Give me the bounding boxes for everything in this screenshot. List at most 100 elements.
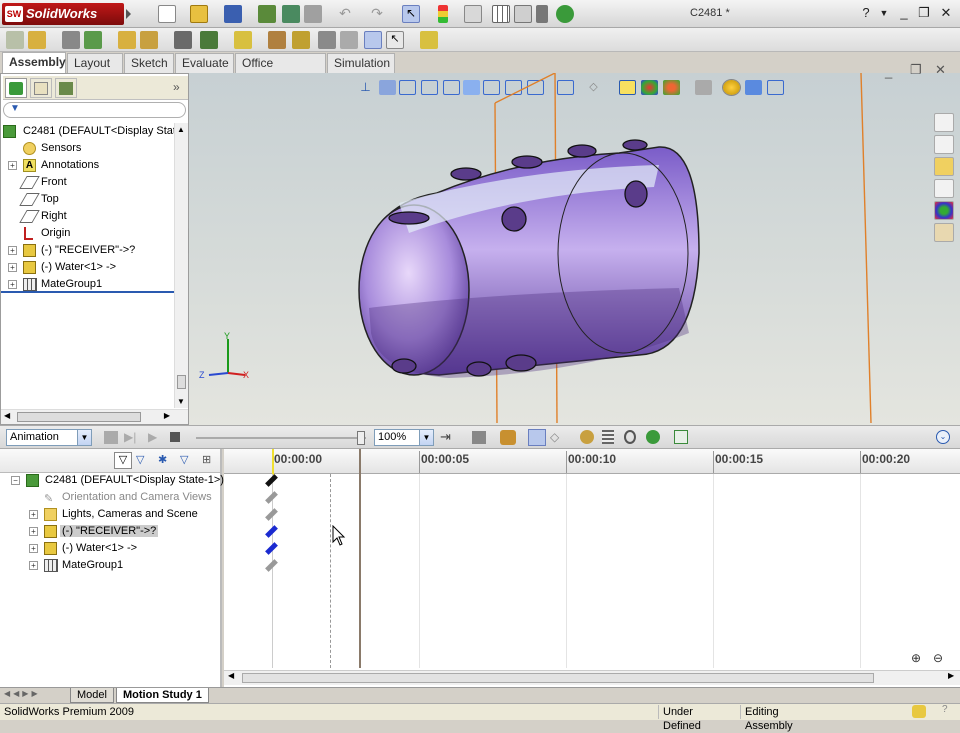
instant3d-icon[interactable]: [420, 31, 438, 49]
grid-icon[interactable]: [492, 5, 510, 23]
restore-icon[interactable]: ❐: [916, 5, 932, 21]
scroll-right-icon[interactable]: ▶: [948, 671, 954, 680]
interference-detection-icon[interactable]: [364, 31, 382, 49]
quick-tips-icon[interactable]: [912, 705, 926, 718]
time-bar[interactable]: [359, 449, 361, 668]
timeline-area[interactable]: 00:00:00 00:00:05 00:00:10 00:00:15 00:0…: [224, 449, 960, 687]
tab-simulation[interactable]: Simulation: [327, 53, 395, 73]
tree-item-right[interactable]: Right: [1, 208, 67, 225]
bill-of-materials-icon[interactable]: [292, 31, 310, 49]
print-preview-icon[interactable]: [304, 5, 322, 23]
motion-tree-item-lights[interactable]: + Lights, Cameras and Scene: [0, 506, 198, 523]
tab-model[interactable]: Model: [70, 688, 114, 703]
tree-item-front[interactable]: Front: [1, 174, 67, 191]
playback-mode-icon[interactable]: ⇥: [440, 429, 451, 445]
solidworks-logo[interactable]: SW SolidWorks: [2, 3, 124, 25]
scroll-left-icon[interactable]: ◀: [228, 671, 234, 680]
hscroll-thumb[interactable]: [17, 412, 141, 422]
tab-assembly[interactable]: Assembly: [2, 52, 66, 73]
expand-icon[interactable]: +: [29, 561, 38, 570]
view-palette-icon[interactable]: [934, 179, 954, 198]
tree-item-origin[interactable]: Origin: [1, 225, 70, 242]
study-type-select[interactable]: Animation ▼: [6, 429, 92, 446]
tab-evaluate[interactable]: Evaluate: [175, 53, 234, 73]
linear-pattern-icon[interactable]: [84, 31, 102, 49]
timeline-horizontal-scrollbar[interactable]: ◀ ▶: [224, 670, 960, 685]
animation-wizard-icon[interactable]: [500, 430, 516, 445]
tab-sketch[interactable]: Sketch: [124, 53, 174, 73]
tree-root[interactable]: C2481 (DEFAULT<Display State-: [3, 123, 186, 140]
play-icon[interactable]: ▶: [148, 430, 157, 444]
expand-icon[interactable]: +: [8, 246, 17, 255]
play-from-start-icon[interactable]: ▶|: [124, 430, 136, 444]
timeline-scroll-thumb[interactable]: [242, 673, 874, 683]
new-motion-study-icon[interactable]: [268, 31, 286, 49]
resources-home-icon[interactable]: [934, 113, 954, 132]
tab-office-products[interactable]: Office Products: [235, 53, 326, 89]
collapse-motion-manager-icon[interactable]: ⌄: [936, 430, 950, 444]
mate-icon[interactable]: [62, 31, 80, 49]
file-explorer-icon[interactable]: [934, 157, 954, 176]
expand-icon[interactable]: +: [29, 544, 38, 553]
help-status-icon[interactable]: ?: [942, 704, 948, 715]
select-icon[interactable]: ↖: [402, 5, 420, 23]
zoom-out-icon[interactable]: ⊖: [933, 651, 951, 667]
tree-vertical-scrollbar[interactable]: ▲ ▼: [174, 123, 188, 408]
playback-speed-track[interactable]: [196, 437, 366, 439]
scroll-down-icon[interactable]: ▼: [177, 397, 185, 406]
tab-layout[interactable]: Layout: [67, 53, 123, 73]
help-icon[interactable]: ?: [858, 5, 874, 21]
settings-icon[interactable]: [556, 5, 574, 23]
custom-properties-icon[interactable]: [934, 223, 954, 242]
motor-icon[interactable]: [580, 430, 594, 444]
tree-item-annotations[interactable]: + A Annotations: [1, 157, 99, 174]
explode-line-sketch-icon[interactable]: [340, 31, 358, 49]
autokey-icon[interactable]: [528, 429, 546, 446]
playback-speed-thumb[interactable]: [357, 431, 365, 445]
rebuild-icon[interactable]: [438, 5, 448, 23]
new-icon[interactable]: [158, 5, 176, 23]
motion-tree-item-orientation[interactable]: ✎ Orientation and Camera Views: [0, 489, 212, 506]
tree-filter[interactable]: ▼: [3, 102, 186, 118]
feature-tree-tab-icon[interactable]: [5, 78, 27, 98]
rebuild-options-icon[interactable]: [282, 5, 300, 23]
motion-tree-item-water[interactable]: + (-) Water<1> ->: [0, 540, 137, 557]
panel-collapse-icon[interactable]: »: [173, 80, 180, 94]
menu-arrow-icon[interactable]: [126, 9, 131, 19]
tab-motion-study-1[interactable]: Motion Study 1: [116, 688, 209, 703]
assembly-features-icon[interactable]: [200, 31, 218, 49]
autofit-icon[interactable]: ⊞: [202, 453, 218, 468]
insert-components-icon[interactable]: [6, 31, 24, 49]
motion-tree-root[interactable]: − C2481 (DEFAULT<Display State-1>): [0, 472, 224, 489]
move-component-icon[interactable]: [140, 31, 158, 49]
scroll-right-icon[interactable]: ▶: [164, 411, 170, 420]
undo-icon[interactable]: ↶: [336, 5, 354, 23]
stop-icon[interactable]: [170, 432, 180, 442]
save-icon[interactable]: [224, 5, 242, 23]
exploded-view-icon[interactable]: [318, 31, 336, 49]
open-icon[interactable]: [190, 5, 208, 23]
print-icon[interactable]: [258, 5, 276, 23]
filter-selected-icon[interactable]: ✱: [158, 453, 174, 468]
time-bar-marker[interactable]: [272, 449, 274, 475]
minimize-icon[interactable]: _: [896, 5, 912, 21]
tree-item-mategroup[interactable]: + MateGroup1: [1, 276, 174, 293]
expand-icon[interactable]: +: [8, 280, 17, 289]
motion-tree-item-receiver[interactable]: + (-) "RECEIVER"->?: [0, 523, 159, 540]
time-ruler[interactable]: 00:00:00 00:00:05 00:00:10 00:00:15 00:0…: [224, 449, 960, 474]
tree-item-receiver[interactable]: + (-) "RECEIVER"->?: [1, 242, 135, 259]
select-component-icon[interactable]: ↖: [386, 31, 404, 49]
calculate-icon[interactable]: [104, 431, 118, 444]
gravity-icon[interactable]: [646, 430, 660, 444]
add-key-icon[interactable]: ◇: [550, 430, 564, 444]
tree-item-top[interactable]: Top: [1, 191, 59, 208]
expand-icon[interactable]: +: [8, 161, 17, 170]
scroll-up-icon[interactable]: ▲: [177, 125, 185, 134]
expand-icon[interactable]: +: [29, 510, 38, 519]
trash-icon[interactable]: [536, 5, 548, 23]
motion-tree-item-mategroup[interactable]: + MateGroup1: [0, 557, 123, 574]
help-dropdown-icon[interactable]: ▼: [876, 5, 892, 21]
property-manager-tab-icon[interactable]: [30, 78, 52, 98]
scroll-left-icon[interactable]: ◀: [4, 411, 10, 420]
redo-icon[interactable]: ↷: [368, 5, 386, 23]
